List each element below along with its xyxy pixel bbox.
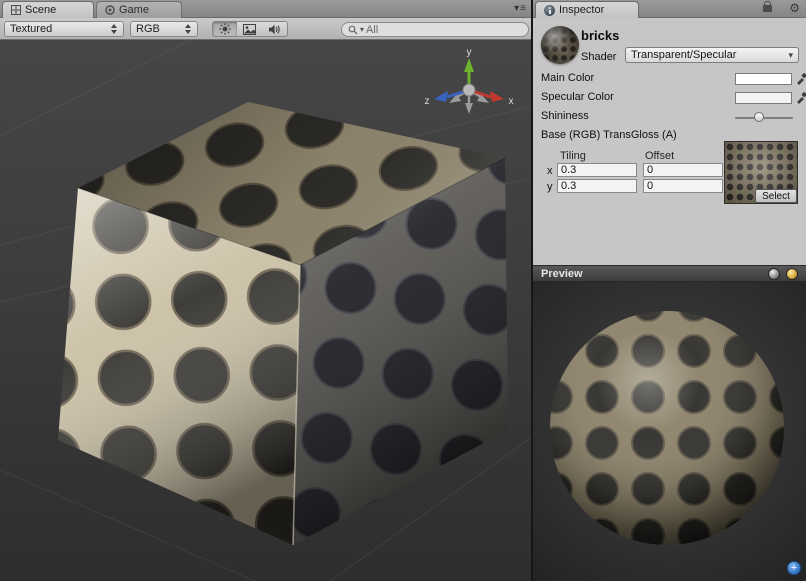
inspector-panel: Inspector ⚙ bricks Shader Transparent/Sp… <box>533 0 806 581</box>
eyedropper-icon[interactable] <box>796 71 806 86</box>
specular-color-swatch[interactable] <box>735 92 792 104</box>
gear-icon[interactable]: ⚙ <box>789 1 800 15</box>
unity-editor-window: Scene Game ▾≡ Textured RGB <box>0 0 806 581</box>
scene-toolbar: Textured RGB <box>0 18 531 40</box>
main-color-swatch[interactable] <box>735 73 792 85</box>
tab-inspector-label: Inspector <box>559 4 604 16</box>
gizmo-center-sphere[interactable] <box>463 84 475 96</box>
axis-x-cone[interactable] <box>490 91 504 102</box>
axis-y-row-label: y <box>547 181 553 193</box>
lighting-toggle-button[interactable] <box>212 21 238 37</box>
tiling-header: Tiling <box>560 150 586 162</box>
search-field[interactable]: ▾ <box>341 22 529 37</box>
preview-sphere-shading <box>550 311 784 545</box>
tiling-y-input[interactable] <box>557 179 637 193</box>
gear-glyph: ⚙ <box>789 1 800 15</box>
shininess-label: Shininess <box>541 110 589 122</box>
material-sphere-icon <box>541 26 579 64</box>
material-name: bricks <box>581 28 619 43</box>
updown-arrows-icon <box>185 24 192 34</box>
offset-x-input[interactable] <box>643 163 723 177</box>
gamepad-icon <box>105 5 115 15</box>
tab-inspector[interactable]: Inspector <box>535 1 639 18</box>
axis-x-row-label: x <box>547 165 553 177</box>
search-input[interactable] <box>366 24 522 36</box>
search-icon <box>348 25 358 35</box>
search-filter-arrow-icon[interactable]: ▾ <box>360 26 364 34</box>
scene-viewport[interactable]: y x z <box>0 40 531 581</box>
grid-icon <box>11 5 21 15</box>
shader-dropdown[interactable]: Transparent/Specular ▾ <box>625 47 799 63</box>
axis-z-label: z <box>425 96 430 107</box>
preview-light-icon[interactable] <box>786 268 798 280</box>
tab-scene-label: Scene <box>25 4 56 16</box>
eyedropper-icon[interactable] <box>796 90 806 105</box>
draw-mode-value: Textured <box>10 23 52 35</box>
plus-glyph: + <box>791 562 797 574</box>
preview-area[interactable]: + <box>533 282 806 581</box>
updown-arrows-icon <box>111 24 118 34</box>
audio-toggle-button[interactable] <box>262 21 288 37</box>
tiling-x-input[interactable] <box>557 163 637 177</box>
axis-x-label: x <box>509 96 514 107</box>
cube-object[interactable] <box>58 102 508 545</box>
channel-mode-value: RGB <box>136 23 160 35</box>
inspector-tabstrip: Inspector ⚙ <box>533 0 806 18</box>
shader-value: Transparent/Specular <box>631 49 736 61</box>
preview-sphere-object[interactable] <box>550 311 784 545</box>
preview-sphere-view <box>533 282 806 581</box>
panel-menu-icon[interactable]: ▾≡ <box>514 3 527 14</box>
select-texture-label: Select <box>762 191 790 202</box>
offset-header: Offset <box>645 150 674 162</box>
main-color-label: Main Color <box>541 72 594 84</box>
channel-mode-dropdown[interactable]: RGB <box>130 21 198 37</box>
specular-color-label: Specular Color <box>541 91 614 103</box>
preview-header[interactable]: Preview <box>533 265 806 282</box>
plus-icon[interactable]: + <box>787 561 801 575</box>
tab-game-label: Game <box>119 4 149 16</box>
axis-z-cone[interactable] <box>434 91 448 102</box>
axis-y-label: y <box>467 47 472 58</box>
draw-mode-dropdown[interactable]: Textured <box>4 21 124 37</box>
preview-title: Preview <box>541 268 762 280</box>
shader-label: Shader <box>581 51 616 63</box>
panel-menu-glyph: ▾≡ <box>514 3 527 14</box>
sun-icon <box>219 23 231 35</box>
gizmo-axis-down-cone[interactable] <box>465 103 473 114</box>
skybox-toggle-button[interactable] <box>237 21 263 37</box>
info-icon <box>544 5 555 16</box>
axis-y-cone[interactable] <box>464 58 474 72</box>
preview-mesh-icon[interactable] <box>768 268 780 280</box>
shininess-slider-track[interactable] <box>735 117 793 119</box>
offset-y-input[interactable] <box>643 179 723 193</box>
shininess-slider-thumb[interactable] <box>754 112 764 122</box>
select-texture-button[interactable]: Select <box>755 189 797 203</box>
speaker-icon <box>268 24 281 35</box>
image-icon <box>243 24 256 35</box>
scene-panel: Scene Game ▾≡ Textured RGB <box>0 0 531 581</box>
orientation-gizmo[interactable]: y x z <box>421 46 517 126</box>
chevron-down-icon: ▾ <box>788 50 793 61</box>
scene-tabstrip: Scene Game ▾≡ <box>0 0 531 18</box>
tab-game[interactable]: Game <box>96 1 182 18</box>
lock-icon[interactable] <box>763 5 772 12</box>
tab-scene[interactable]: Scene <box>2 1 94 18</box>
base-map-label: Base (RGB) TransGloss (A) <box>541 129 677 141</box>
